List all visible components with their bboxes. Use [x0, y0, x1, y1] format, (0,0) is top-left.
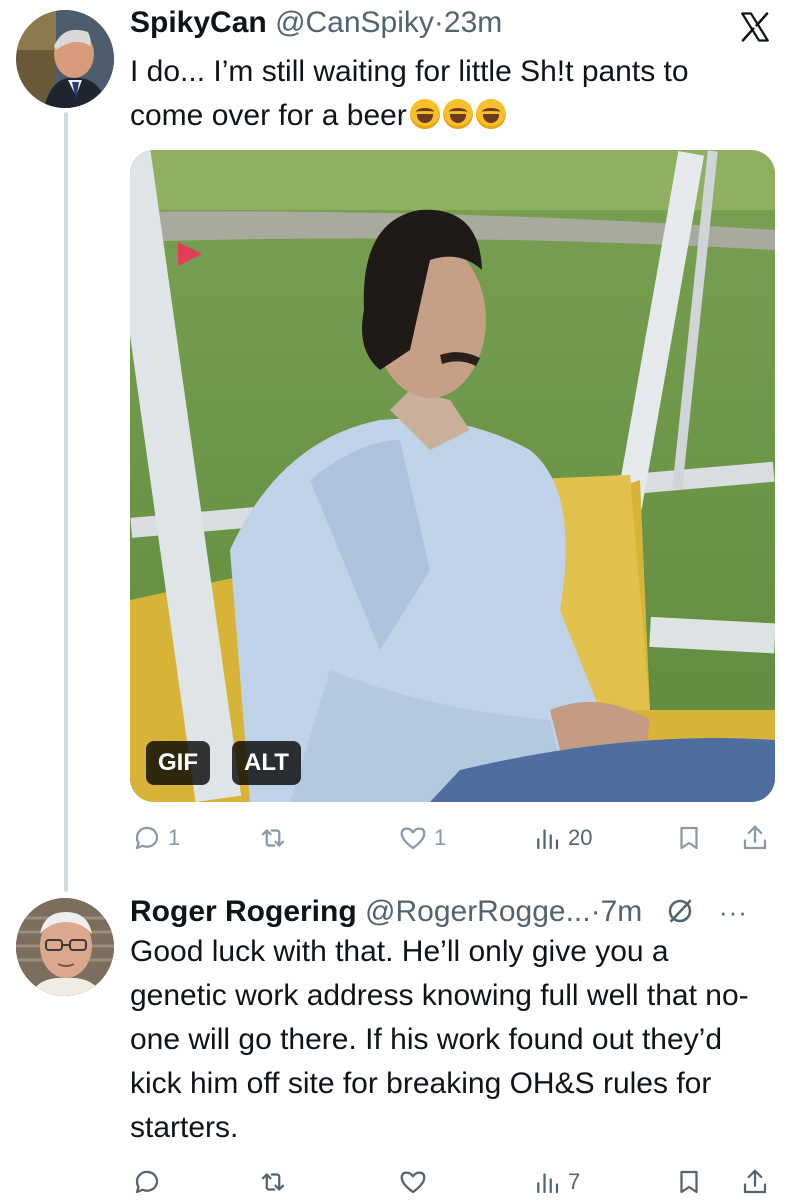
- share-button[interactable]: [740, 1162, 770, 1202]
- reply-text: Good luck with that. He’ll only give you…: [130, 935, 749, 1144]
- post-time[interactable]: 7m: [601, 895, 643, 928]
- repost-icon: [261, 1173, 285, 1191]
- like-button[interactable]: [398, 1162, 434, 1202]
- reply-actions: 7: [130, 1162, 775, 1202]
- author-handle[interactable]: @RogerRogge...: [365, 895, 591, 928]
- tweet-text-content: I do... I’m still waiting for little Sh!…: [130, 55, 689, 132]
- reply-icon: [135, 826, 159, 850]
- separator-dot: ·: [433, 6, 444, 39]
- tweet-text: I do... I’m still waiting for little Sh!…: [130, 50, 770, 138]
- author-handle[interactable]: @CanSpiky: [275, 6, 434, 39]
- bookmark-icon: [680, 1170, 698, 1194]
- tweet-actions: 1 1 20: [130, 818, 775, 858]
- post-time[interactable]: 23m: [444, 6, 502, 39]
- avatar[interactable]: [16, 10, 114, 108]
- repost-button[interactable]: [258, 1162, 294, 1202]
- bookmark-button[interactable]: [674, 818, 704, 858]
- thread-connector-line: [64, 112, 68, 892]
- separator-dot: ·: [590, 895, 601, 928]
- avatar-image-spikycan: [16, 10, 114, 108]
- tweet-header: SpikyCan @CanSpiky·23m: [130, 4, 502, 42]
- author-name[interactable]: Roger Rogering: [130, 895, 357, 928]
- laughing-emoji-icon: [475, 99, 506, 129]
- gif-badge[interactable]: GIF: [146, 741, 210, 785]
- x-logo-icon: [741, 12, 769, 42]
- gif-media[interactable]: [130, 150, 775, 802]
- views-button[interactable]: 20: [532, 818, 592, 858]
- more-options-icon[interactable]: ···: [719, 893, 748, 931]
- bookmark-icon: [680, 826, 698, 850]
- author-name[interactable]: SpikyCan: [130, 6, 267, 39]
- views-chart-icon: [537, 829, 559, 850]
- heart-icon: [400, 1171, 426, 1194]
- views-count: 7: [568, 1169, 581, 1194]
- share-button[interactable]: [740, 818, 770, 858]
- laughing-emoji-icon: [409, 99, 440, 129]
- like-count: 1: [434, 825, 447, 850]
- share-icon: [743, 1169, 767, 1194]
- bookmark-button[interactable]: [674, 1162, 704, 1202]
- share-icon: [743, 825, 767, 850]
- grok-icon[interactable]: [665, 896, 695, 926]
- laughing-emoji-icon: [442, 99, 473, 129]
- reply-icon: [135, 1170, 159, 1194]
- reply-button[interactable]: 1: [132, 818, 180, 858]
- repost-icon: [261, 829, 285, 847]
- gif-still-image: [130, 150, 775, 802]
- avatar[interactable]: [16, 898, 114, 996]
- reply-header: Roger Rogering @RogerRogge...·7m ···: [130, 893, 747, 931]
- reply-count: 1: [168, 825, 181, 850]
- views-chart-icon: [537, 1173, 559, 1194]
- avatar-image-roger: [16, 898, 114, 996]
- like-button[interactable]: 1: [398, 818, 446, 858]
- reply-button[interactable]: [132, 1162, 168, 1202]
- alt-text-badge[interactable]: ALT: [232, 741, 301, 785]
- repost-button[interactable]: [258, 818, 294, 858]
- views-button[interactable]: 7: [532, 1162, 580, 1202]
- views-count: 20: [568, 825, 593, 850]
- heart-icon: [400, 827, 426, 850]
